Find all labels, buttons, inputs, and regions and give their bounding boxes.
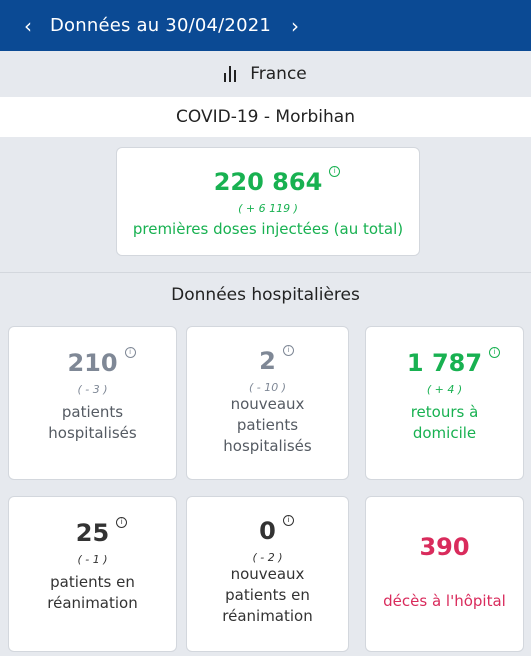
returns-card[interactable]: 1 787 i ( + 4 ) retours à domicile [365,326,524,480]
new-icu-card[interactable]: 0i ( - 2 ) nouveaux patients en réanimat… [186,496,349,652]
returns-value: 1 787 i [407,347,501,377]
top-header: ‹ Données au 30/04/2021 › [0,0,531,51]
region-title: COVID-19 - Morbihan [0,97,531,137]
info-icon[interactable]: i [124,347,136,358]
deaths-label: décès à l'hôpital [383,592,506,610]
date-title: Données au 30/04/2021 [50,15,272,36]
info-icon[interactable]: i [329,166,341,177]
hospitalized-card[interactable]: 210 i ( - 3 ) patients hospitalisés [8,326,177,480]
deaths-card[interactable]: 390 décès à l'hôpital [365,496,524,652]
deaths-value: 390 [419,533,470,561]
info-icon[interactable]: i [489,347,501,358]
new-icu-delta: ( - 2 ) [252,551,283,564]
vaccination-value: 220 864 i [214,166,341,196]
hospitalized-label: patients hospitalisés [48,403,137,442]
vaccination-card[interactable]: 220 864 i ( + 6 119 ) premières doses inj… [116,147,420,256]
new-hospitalized-label: nouveaux patients hospitalisés [223,395,312,455]
info-icon[interactable]: i [282,345,294,356]
hospitalized-delta: ( - 3 ) [77,383,108,396]
chevron-right-icon[interactable]: › [285,14,305,38]
info-icon[interactable]: i [116,517,128,528]
hospitalized-value: 210 i [67,347,136,377]
vaccination-delta: ( + 6 119 ) [238,202,298,215]
scope-label: France [250,64,307,84]
hospital-section-title: Données hospitalières [171,285,360,305]
icu-card[interactable]: 25 i ( - 1 ) patients en réanimation [8,496,177,652]
icu-delta: ( - 1 ) [77,553,108,566]
scope-selector[interactable]: France [0,51,531,97]
new-hospitalized-delta: ( - 10 ) [248,381,287,394]
info-icon[interactable]: i [282,515,294,526]
new-hospitalized-card[interactable]: 2i ( - 10 ) nouveaux patients hospitalis… [186,326,349,480]
new-icu-label: nouveaux patients en réanimation [222,565,313,625]
chevron-left-icon[interactable]: ‹ [18,14,38,38]
returns-delta: ( + 4 ) [426,383,463,396]
returns-label: retours à domicile [410,403,479,442]
icu-label: patients en réanimation [47,573,138,612]
new-icu-value: 0i [259,515,294,545]
icu-value: 25 i [76,517,128,547]
new-hospitalized-value: 2i [259,345,294,375]
bar-chart-icon [224,66,237,82]
vaccination-label: premières doses injectées (au total) [132,220,404,238]
section-divider [0,272,531,273]
